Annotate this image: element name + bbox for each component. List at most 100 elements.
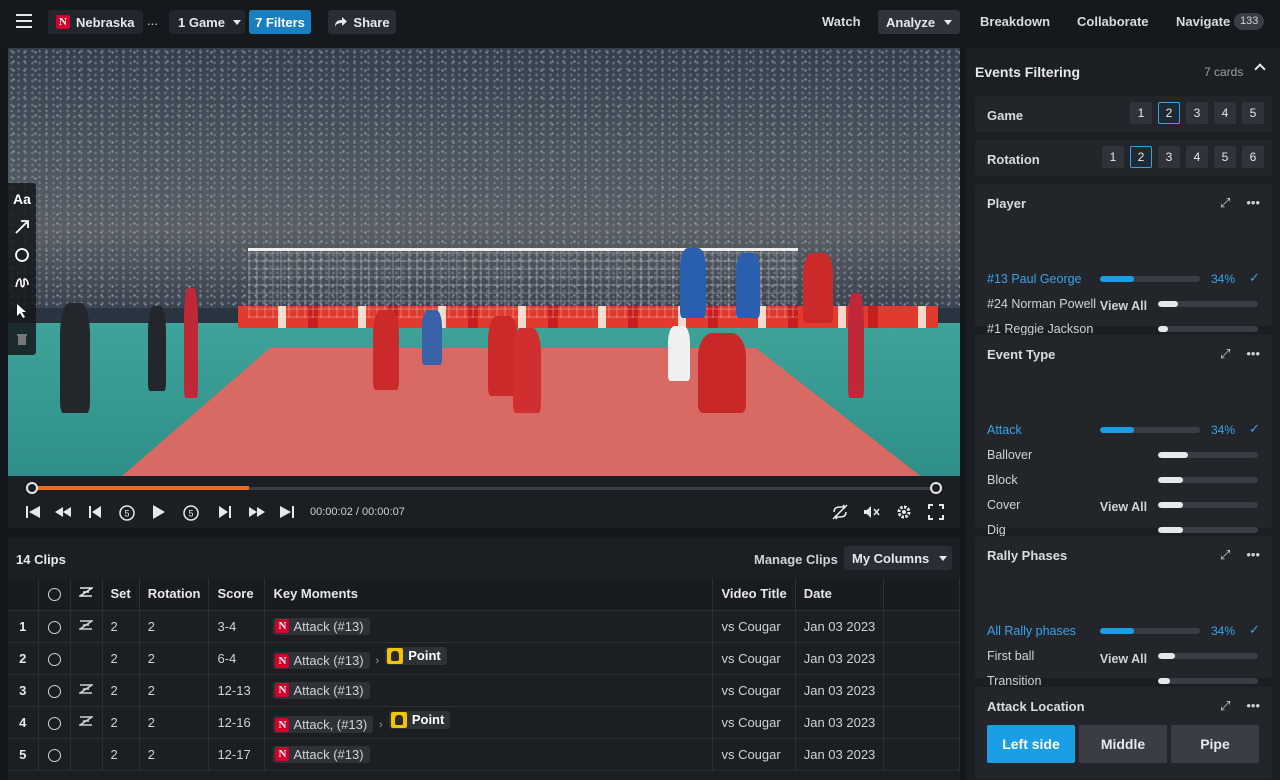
arrow-tool-icon[interactable] bbox=[11, 216, 33, 238]
rotation-option-6[interactable]: 6 bbox=[1242, 146, 1264, 168]
table-row[interactable]: 3 2 2 12-13 N Attack (#13) vs Cougar Jan 03 202… bbox=[8, 674, 960, 707]
key-moment-tag[interactable]: N Attack (#13) bbox=[273, 652, 370, 670]
nav-watch[interactable]: Watch bbox=[822, 14, 861, 29]
rotation-option-5[interactable]: 5 bbox=[1214, 146, 1236, 168]
menu-icon[interactable] bbox=[16, 14, 32, 28]
col-set[interactable]: Set bbox=[102, 578, 140, 611]
video-player[interactable] bbox=[8, 48, 960, 476]
event_type-filter-item[interactable]: Block bbox=[987, 471, 1263, 489]
row-select-checkbox[interactable] bbox=[38, 674, 71, 707]
col-rotation[interactable]: Rotation bbox=[139, 578, 210, 611]
game-option-3[interactable]: 3 bbox=[1186, 102, 1208, 124]
key-moment-tag[interactable]: N Attack (#13) bbox=[273, 617, 370, 635]
row-marker-cell bbox=[70, 706, 103, 739]
step-forward-icon[interactable] bbox=[214, 502, 236, 522]
rotation-option-3[interactable]: 3 bbox=[1158, 146, 1180, 168]
circle-tool-icon[interactable] bbox=[11, 244, 33, 266]
attack-location-option[interactable]: Pipe bbox=[1171, 725, 1259, 763]
key-moment-tag[interactable]: N Attack (#13) bbox=[273, 745, 370, 763]
game-option-1[interactable]: 1 bbox=[1130, 102, 1152, 124]
more-button[interactable]: ... bbox=[147, 13, 158, 28]
loop-off-icon[interactable] bbox=[829, 502, 851, 522]
table-row[interactable]: 1 2 2 3-4 N Attack (#13) vs Cougar Jan 03 2023 bbox=[8, 610, 960, 643]
row-select-checkbox[interactable] bbox=[38, 706, 71, 739]
point-tag[interactable]: Point bbox=[388, 710, 451, 729]
table-row[interactable]: 2 2 2 6-4 N Attack (#13) › Point vs Cougar Jan 03… bbox=[8, 642, 960, 675]
text-tool-button[interactable]: Aa bbox=[11, 188, 33, 210]
rally-phases-view-all-link[interactable]: View All bbox=[975, 652, 1272, 666]
my-columns-label: My Columns bbox=[852, 550, 930, 566]
skip-start-icon[interactable] bbox=[22, 502, 44, 522]
step-back-icon[interactable] bbox=[84, 502, 106, 522]
col-date[interactable]: Date bbox=[795, 578, 885, 611]
rewind-icon[interactable] bbox=[52, 502, 74, 522]
row-set: 2 bbox=[102, 738, 140, 771]
row-select-checkbox[interactable] bbox=[38, 642, 71, 675]
fullscreen-icon[interactable] bbox=[925, 502, 947, 522]
expand-icon[interactable]: ⤢ bbox=[1220, 698, 1230, 714]
seek-start-handle[interactable] bbox=[26, 482, 38, 494]
nav-breakdown[interactable]: Breakdown bbox=[980, 14, 1050, 29]
table-row[interactable]: 5 2 2 12-17 N Attack (#13) vs Cougar Jan 03 202… bbox=[8, 738, 960, 771]
player-view-all-link[interactable]: View All bbox=[975, 299, 1272, 313]
filter-item-label: Transition bbox=[987, 674, 1042, 688]
pointer-tool-icon[interactable] bbox=[11, 300, 33, 322]
freehand-tool-icon[interactable] bbox=[11, 272, 33, 294]
skip-end-icon[interactable] bbox=[276, 502, 298, 522]
expand-icon[interactable]: ⤢ bbox=[1220, 346, 1230, 362]
more-options-icon[interactable]: ••• bbox=[1246, 547, 1260, 563]
col-key-moments[interactable]: Key Moments bbox=[264, 578, 714, 611]
play-icon[interactable] bbox=[148, 502, 170, 522]
mute-icon[interactable] bbox=[861, 502, 883, 522]
player-filter-item[interactable]: #13 Paul George 34% ✓ bbox=[987, 270, 1263, 288]
more-options-icon[interactable]: ••• bbox=[1246, 346, 1260, 362]
select-all-checkbox[interactable] bbox=[38, 578, 71, 611]
event-type-view-all-link[interactable]: View All bbox=[975, 500, 1272, 514]
fast-forward-icon[interactable] bbox=[246, 502, 268, 522]
rotation-option-2[interactable]: 2 bbox=[1130, 146, 1152, 168]
event_type-filter-item[interactable]: Ballover bbox=[987, 446, 1263, 464]
col-video-title[interactable]: Video Title bbox=[712, 578, 796, 611]
key-moment-tag[interactable]: N Attack (#13) bbox=[273, 681, 370, 699]
forward-5-icon[interactable]: 5 bbox=[180, 502, 202, 522]
svg-text:5: 5 bbox=[188, 509, 193, 519]
nav-analyze[interactable]: Analyze bbox=[878, 10, 960, 34]
nav-collaborate[interactable]: Collaborate bbox=[1077, 14, 1149, 29]
rally_phases-filter-item[interactable]: All Rally phases 34% ✓ bbox=[987, 622, 1263, 640]
attack-location-option[interactable]: Middle bbox=[1079, 725, 1167, 763]
event_type-filter-item[interactable]: Attack 34% ✓ bbox=[987, 421, 1263, 439]
row-select-checkbox[interactable] bbox=[38, 610, 71, 643]
game-selector[interactable]: 1 Game bbox=[169, 10, 245, 34]
key-moment-tag[interactable]: N Attack, (#13) bbox=[273, 716, 374, 734]
nav-navigate[interactable]: Navigate bbox=[1176, 14, 1230, 29]
seek-end-handle[interactable] bbox=[930, 482, 942, 494]
game-option-4[interactable]: 4 bbox=[1214, 102, 1236, 124]
more-options-icon[interactable]: ••• bbox=[1246, 698, 1260, 714]
share-button[interactable]: Share bbox=[328, 10, 396, 34]
my-columns-dropdown[interactable]: My Columns bbox=[844, 546, 952, 570]
col-score[interactable]: Score bbox=[208, 578, 266, 611]
team-selector[interactable]: N Nebraska bbox=[48, 10, 143, 34]
expand-icon[interactable]: ⤢ bbox=[1220, 195, 1230, 211]
row-number: 4 bbox=[8, 706, 39, 739]
collapse-chevron-icon[interactable] bbox=[1254, 63, 1266, 75]
attack-location-option[interactable]: Left side bbox=[987, 725, 1075, 763]
rotation-option-4[interactable]: 4 bbox=[1186, 146, 1208, 168]
replay-5-icon[interactable]: 5 bbox=[116, 502, 138, 522]
row-key-moments: N Attack (#13) bbox=[264, 674, 714, 707]
filter-item-bar bbox=[1100, 427, 1200, 433]
row-video-title: vs Cougar bbox=[712, 738, 796, 771]
point-tag[interactable]: Point bbox=[385, 646, 447, 665]
settings-gear-icon[interactable] bbox=[893, 502, 915, 522]
game-option-2[interactable]: 2 bbox=[1158, 102, 1180, 124]
trash-icon[interactable] bbox=[11, 328, 33, 350]
row-select-checkbox[interactable] bbox=[38, 738, 71, 771]
marker-icon bbox=[77, 619, 95, 630]
manage-clips-button[interactable]: Manage Clips bbox=[754, 552, 838, 567]
more-options-icon[interactable]: ••• bbox=[1246, 195, 1260, 211]
rotation-option-1[interactable]: 1 bbox=[1102, 146, 1124, 168]
table-row[interactable]: 4 2 2 12-16 N Attack, (#13) › Point vs Cougar Jan… bbox=[8, 706, 960, 739]
game-option-5[interactable]: 5 bbox=[1242, 102, 1264, 124]
filters-button[interactable]: 7 Filters bbox=[249, 10, 311, 34]
expand-icon[interactable]: ⤢ bbox=[1220, 547, 1230, 563]
